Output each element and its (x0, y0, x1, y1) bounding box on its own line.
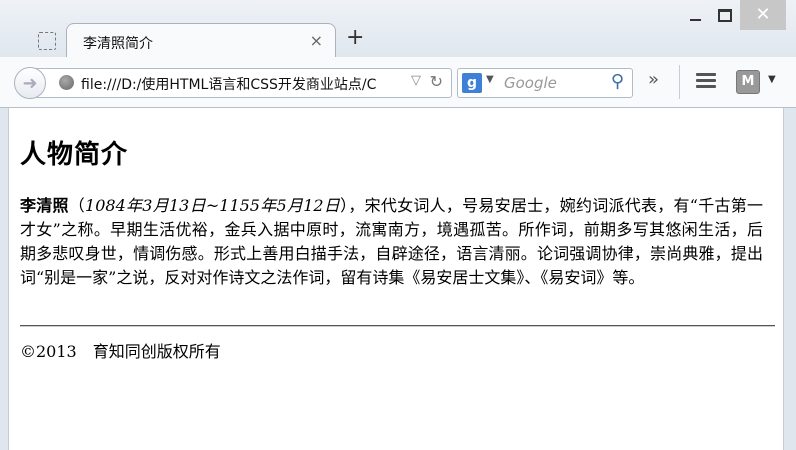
page-title: 人物简介 (20, 140, 129, 170)
back-button[interactable]: ➜ (14, 67, 46, 99)
reload-icon[interactable]: ↻ (430, 72, 443, 91)
menu-icon[interactable] (696, 73, 716, 91)
globe-icon (59, 75, 74, 90)
page-viewport: 人物简介 李清照（1084年3月13日~1155年5月12日），宋代女词人，号易… (8, 108, 784, 450)
person-name: 李清照 (20, 196, 69, 215)
horizontal-rule (20, 325, 775, 327)
overflow-chevron-icon[interactable]: » (648, 69, 659, 90)
search-input[interactable]: Google (504, 74, 557, 92)
minimize-icon (689, 19, 701, 21)
history-dropdown-icon[interactable]: ▽ (411, 73, 421, 88)
toolbar-separator (679, 65, 680, 99)
life-dates: 1084年3月13日~1155年5月12日 (85, 196, 341, 215)
addon-icon[interactable]: M (736, 70, 760, 94)
tab-title: 李清照简介 (83, 36, 153, 52)
navigation-bar: ➜ file:///D:/使用HTML语言和CSS开发商业站点/C ▽ ↻ g … (0, 57, 796, 108)
maximize-icon (718, 8, 732, 22)
new-tab-button[interactable]: + (346, 27, 364, 49)
copyright-footer: ©2013 育知同创版权所有 (20, 342, 221, 361)
biography-paragraph: 李清照（1084年3月13日~1155年5月12日），宋代女词人，号易安居士，婉… (20, 194, 763, 290)
tab-close-icon[interactable]: × (310, 31, 323, 50)
tab-strip: 李清照简介 × + (0, 22, 796, 59)
open-paren: （ (68, 196, 86, 215)
search-bar[interactable]: g ▼ Google ⚲ (457, 68, 633, 98)
back-arrow-icon: ➜ (22, 72, 38, 94)
browser-window: ✕ 李清照简介 × + ➜ file:///D:/使用HTML语言和CSS开发商… (0, 0, 796, 450)
url-input[interactable]: file:///D:/使用HTML语言和CSS开发商业站点/C (81, 74, 403, 94)
tab-groups-icon[interactable] (38, 32, 56, 50)
tab-active[interactable]: 李清照简介 × (66, 23, 336, 59)
address-bar[interactable]: file:///D:/使用HTML语言和CSS开发商业站点/C ▽ ↻ (34, 68, 452, 98)
search-engine-dropdown-icon[interactable]: ▼ (486, 74, 494, 85)
search-icon[interactable]: ⚲ (611, 71, 624, 92)
addon-dropdown-icon[interactable]: ▼ (768, 74, 776, 85)
google-icon[interactable]: g (462, 73, 482, 93)
